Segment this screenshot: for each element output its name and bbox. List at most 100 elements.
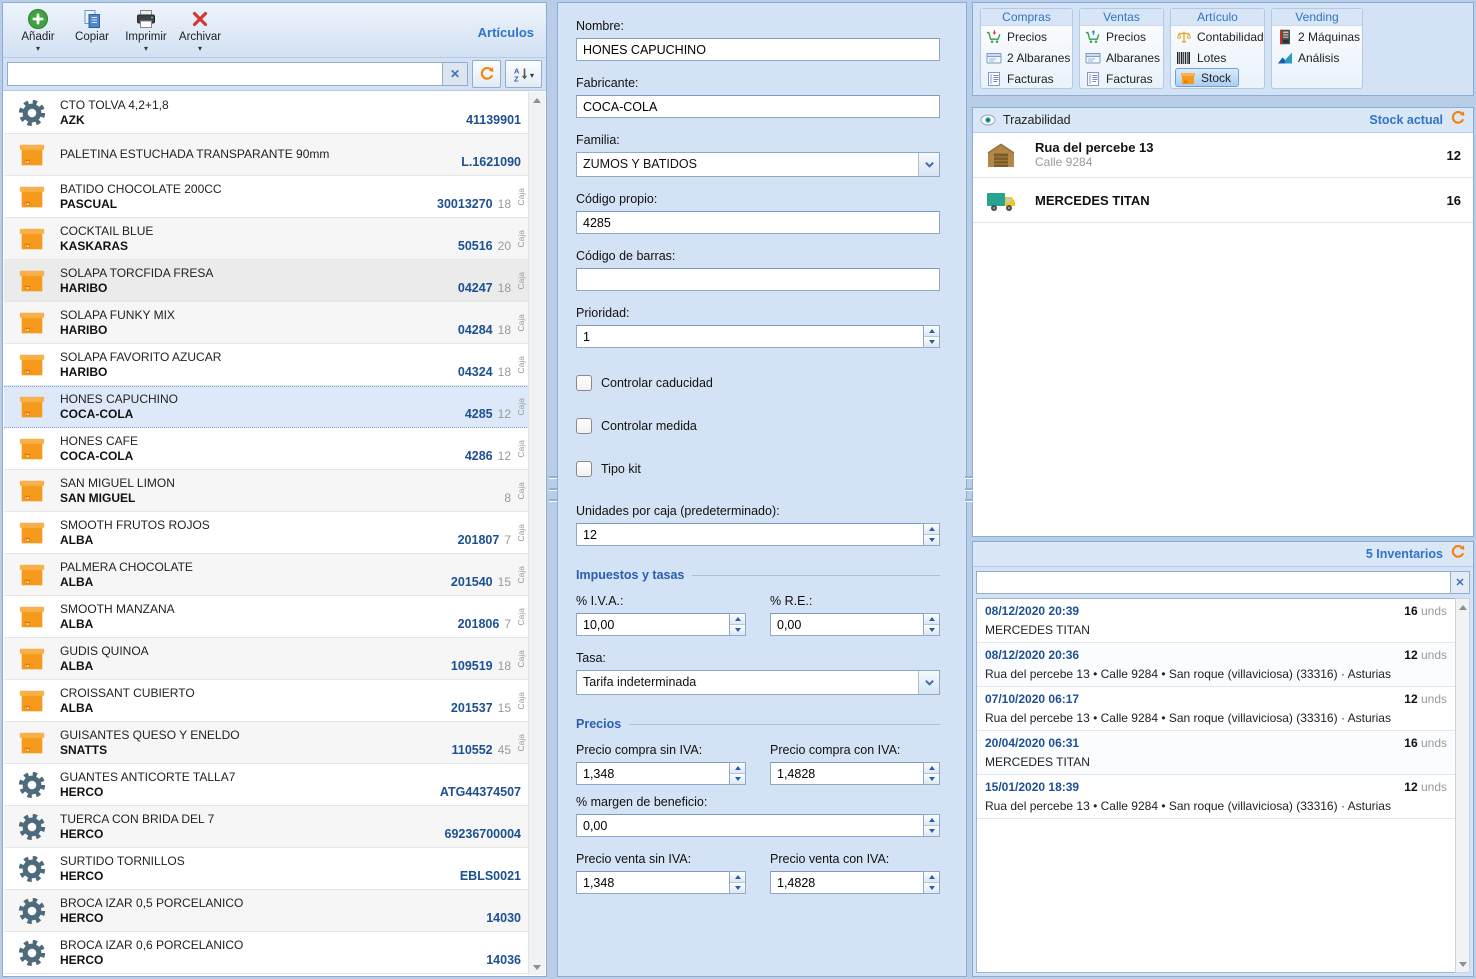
codigo-propio-field[interactable] <box>576 211 940 234</box>
article-row[interactable]: SAN MIGUEL LIMON SAN MIGUEL 8 Caja <box>4 470 529 512</box>
copy-button[interactable]: Copiar ▾ <box>65 8 119 52</box>
article-row[interactable]: SMOOTH FRUTOS ROJOS ALBA 201807 7 Caja <box>4 512 529 554</box>
compras-albaranes-button[interactable]: 2 Albaranes <box>981 47 1072 68</box>
print-caret-icon[interactable]: ▾ <box>144 45 148 52</box>
scroll-down-arrow[interactable] <box>529 959 545 975</box>
articulo-contabilidad-button[interactable]: Contabilidad <box>1171 26 1264 47</box>
spin-up-button[interactable] <box>730 614 745 624</box>
article-row[interactable]: SOLAPA TORCFIDA FRESA HARIBO 04247 18 Ca… <box>4 260 529 302</box>
spin-up-button[interactable] <box>924 872 939 882</box>
article-row[interactable]: BROCA IZAR 0,5 PORCELANICO HERCO 14030 <box>4 890 529 932</box>
add-caret-icon[interactable]: ▾ <box>36 45 40 52</box>
article-row[interactable]: GUDIS QUINOA ALBA 109519 18 Caja <box>4 638 529 680</box>
add-button[interactable]: Añadir ▾ <box>11 8 65 52</box>
checkbox-tipo-kit[interactable]: Tipo kit <box>576 461 940 477</box>
article-row[interactable]: GUANTES ANTICORTE TALLA7 HERCO ATG443745… <box>4 764 529 806</box>
article-row[interactable]: PALMERA CHOCOLATE ALBA 201540 15 Caja <box>4 554 529 596</box>
spin-down-button[interactable] <box>924 882 939 893</box>
article-list-scrollbar[interactable] <box>528 92 545 975</box>
sort-button[interactable]: AZ ▾ <box>505 60 542 88</box>
inventory-list-scrollbar[interactable] <box>1455 598 1470 973</box>
checkbox-controlar-caducidad[interactable]: Controlar caducidad <box>576 375 940 391</box>
article-row[interactable]: BROCA IZAR 0,6 PORCELANICO HERCO 14036 <box>4 932 529 974</box>
vending-maquinas-button[interactable]: 2 Máquinas <box>1272 26 1362 47</box>
precio-compra-con-field[interactable] <box>770 762 923 785</box>
nombre-field[interactable] <box>576 38 940 61</box>
scroll-down-arrow[interactable] <box>1456 956 1469 972</box>
spin-up-button[interactable] <box>730 763 745 773</box>
fabricante-field[interactable] <box>576 95 940 118</box>
checkbox-controlar-medida[interactable]: Controlar medida <box>576 418 940 434</box>
inventarios-refresh-button[interactable] <box>1450 544 1466 565</box>
inventory-entry[interactable]: 15/01/2020 18:39 12 unds Rua del percebe… <box>977 775 1455 819</box>
compras-facturas-button[interactable]: Facturas <box>981 68 1072 89</box>
inventarios-title[interactable]: 5 Inventarios <box>1366 547 1443 561</box>
search-clear-button[interactable]: ✕ <box>442 62 468 86</box>
articulo-lotes-button[interactable]: Lotes <box>1171 47 1264 68</box>
stock-location-row[interactable]: Rua del percebe 13 Calle 9284 12 <box>973 133 1473 178</box>
article-row[interactable]: SOLAPA FAVORITO AZUCAR HARIBO 04324 18 C… <box>4 344 529 386</box>
stock-actual-label[interactable]: Stock actual <box>1369 113 1443 127</box>
spin-down-button[interactable] <box>924 336 939 347</box>
tasa-select[interactable]: Tarifa indeterminada <box>576 670 940 695</box>
ventas-albaranes-button[interactable]: Albaranes <box>1080 47 1163 68</box>
article-row[interactable]: SOLAPA FUNKY MIX HARIBO 04284 18 Caja <box>4 302 529 344</box>
scroll-up-arrow[interactable] <box>1456 599 1469 615</box>
archive-button[interactable]: Archivar ▾ <box>173 8 227 52</box>
spin-up-button[interactable] <box>924 815 939 825</box>
article-row[interactable]: SMOOTH MANZANA ALBA 201806 7 Caja <box>4 596 529 638</box>
inventory-entry[interactable]: 07/10/2020 06:17 12 unds Rua del percebe… <box>977 687 1455 731</box>
article-row[interactable]: COCKTAIL BLUE KASKARAS 50516 20 Caja <box>4 218 529 260</box>
spin-up-button[interactable] <box>924 763 939 773</box>
compras-precios-button[interactable]: Precios <box>981 26 1072 47</box>
inventarios-search-input[interactable] <box>976 571 1450 594</box>
scroll-up-arrow[interactable] <box>529 92 545 108</box>
iva-field[interactable] <box>576 613 729 636</box>
familia-select[interactable]: ZUMOS Y BATIDOS <box>576 152 940 177</box>
article-row[interactable]: SURTIDO TORNILLOS HERCO EBLS0021 <box>4 848 529 890</box>
article-row[interactable]: HONES CAPUCHINO COCA-COLA 4285 12 Caja <box>4 386 529 428</box>
spin-up-button[interactable] <box>924 524 939 534</box>
precio-compra-sin-field[interactable] <box>576 762 729 785</box>
spin-down-button[interactable] <box>924 534 939 545</box>
chevron-down-icon[interactable] <box>918 153 939 176</box>
precio-venta-sin-field[interactable] <box>576 871 729 894</box>
spin-up-button[interactable] <box>924 614 939 624</box>
article-row[interactable]: BATIDO CHOCOLATE 200CC PASCUAL 30013270 … <box>4 176 529 218</box>
inventory-entry[interactable]: 20/04/2020 06:31 16 unds MERCEDES TITAN <box>977 731 1455 775</box>
spin-down-button[interactable] <box>730 882 745 893</box>
stock-location-row[interactable]: MERCEDES TITAN 16 <box>973 178 1473 223</box>
ventas-facturas-button[interactable]: Facturas <box>1080 68 1163 89</box>
codigo-barras-field[interactable] <box>576 268 940 291</box>
article-row[interactable]: TUERCA CON BRIDA DEL 7 HERCO 69236700004 <box>4 806 529 848</box>
stock-refresh-button[interactable] <box>1450 110 1466 131</box>
article-row[interactable]: CROISSANT CUBIERTO ALBA 201537 15 Caja <box>4 680 529 722</box>
margen-field[interactable] <box>576 814 923 837</box>
articles-search-input[interactable] <box>7 62 442 86</box>
vending-analisis-button[interactable]: Análisis <box>1272 47 1362 68</box>
unidades-caja-field[interactable] <box>576 523 923 546</box>
spin-down-button[interactable] <box>924 773 939 784</box>
chevron-down-icon[interactable] <box>918 671 939 694</box>
archive-caret-icon[interactable]: ▾ <box>198 45 202 52</box>
ventas-precios-button[interactable]: Precios <box>1080 26 1163 47</box>
spin-down-button[interactable] <box>730 624 745 635</box>
inventarios-search-clear-button[interactable]: ✕ <box>1450 571 1470 594</box>
precio-venta-con-field[interactable] <box>770 871 923 894</box>
spin-up-button[interactable] <box>924 326 939 336</box>
article-row[interactable]: PALETINA ESTUCHADA TRANSPARANTE 90mm L.1… <box>4 134 529 176</box>
spin-up-button[interactable] <box>730 872 745 882</box>
inventory-entry[interactable]: 08/12/2020 20:36 12 unds Rua del percebe… <box>977 643 1455 687</box>
splitter-grip-right[interactable] <box>965 476 973 502</box>
re-field[interactable] <box>770 613 923 636</box>
spin-down-button[interactable] <box>730 773 745 784</box>
articulo-stock-button[interactable]: Stock <box>1175 68 1239 87</box>
prioridad-field[interactable] <box>576 325 923 348</box>
spin-down-button[interactable] <box>924 624 939 635</box>
print-button[interactable]: Imprimir ▾ <box>119 8 173 52</box>
article-row[interactable]: CTO TOLVA 4,2+1,8 AZK 41139901 <box>4 92 529 134</box>
splitter-grip-left[interactable] <box>549 476 557 502</box>
spin-down-button[interactable] <box>924 825 939 836</box>
inventory-entry[interactable]: 08/12/2020 20:39 16 unds MERCEDES TITAN <box>977 599 1455 643</box>
article-row[interactable]: HONES CAFE COCA-COLA 4286 12 Caja <box>4 428 529 470</box>
